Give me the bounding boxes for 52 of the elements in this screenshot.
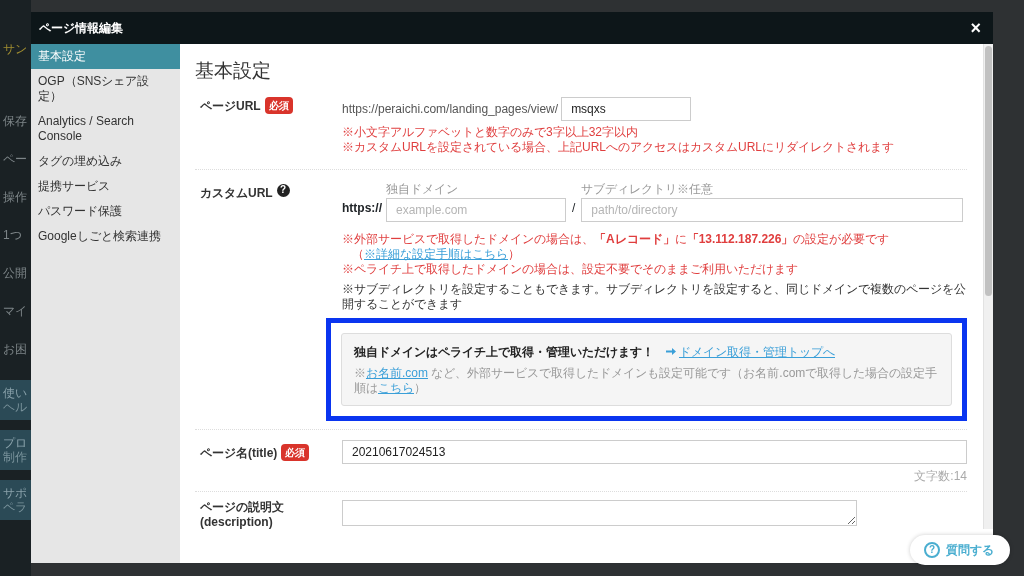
info-note: ※サブディレクトリを設定することもできます。サブディレクトリを設定すると、同じドメインで複数のページを公開することができます (342, 281, 967, 312)
field-label: ページの説明文 (description) (200, 499, 284, 530)
description-field[interactable] (342, 499, 857, 526)
warning-note: ※小文字アルファベットと数字のみで3字以上32字以内 (342, 124, 640, 140)
character-count: 文字数:14 (913, 467, 967, 485)
sidebar-item[interactable]: 提携サービス (31, 174, 180, 199)
close-button[interactable]: × (966, 19, 985, 37)
field-caption: 独自ドメイン (386, 181, 459, 196)
sidebar-item[interactable]: OGP（SNSシェア設定） (31, 69, 180, 109)
help-icon[interactable]: ? (276, 183, 290, 197)
url-scheme: https:// (342, 199, 382, 217)
background-text: プロ (0, 430, 31, 450)
separator-text: / (572, 199, 576, 217)
help-icon: ? (924, 542, 940, 558)
required-badge: 必須 (264, 96, 293, 114)
dialog-title: ページ情報編集 (39, 20, 123, 37)
field-label: ページURL (200, 97, 261, 115)
arrow-right-icon (666, 347, 676, 357)
background-text: 制作 (0, 450, 31, 470)
required-badge: 必須 (281, 443, 310, 461)
field-caption: サブディレクトリ※任意 (581, 181, 715, 196)
sidebar-item[interactable]: Googleしごと検索連携 (31, 224, 180, 249)
background-text: 保存 (2, 114, 28, 128)
background-text: マイ (2, 304, 28, 318)
warning-note: ※カスタムURLを設定されている場合、上記URLへのアクセスはカスタムURLにリダイレクトされます (342, 139, 896, 155)
background-text: ペラ (0, 500, 31, 520)
background-text: 1つ (2, 228, 23, 242)
promo-note: ※お名前.com など、外部サービスで取得したドメインも設定可能です（お名前.comで取得した場合の設定手順はこちら） (354, 365, 939, 396)
field-label: カスタムURL (200, 184, 273, 202)
background-text: 使い (0, 380, 31, 400)
url-prefix: https://peraichi.com/landing_pages/view/ (342, 100, 559, 118)
sidebar-item[interactable]: パスワード保護 (31, 199, 180, 224)
warning-note: ※ペライチ上で取得したドメインの場合は、設定不要でそのままご利用いただけます (342, 261, 799, 277)
promo-headline: 独自ドメインはペライチ上で取得・管理いただけます！ (354, 343, 654, 361)
background-text: 操作 (2, 190, 28, 204)
background-text: サン (2, 42, 28, 56)
text-field[interactable]: example.com (386, 197, 566, 222)
scrollbar[interactable] (983, 44, 993, 529)
background-text: ヘル (0, 400, 31, 420)
sidebar-item[interactable]: タグの埋め込み (31, 149, 180, 174)
url-input[interactable]: msqxs (561, 96, 692, 121)
background-text: ペー (2, 152, 28, 166)
page-heading: 基本設定 (195, 60, 272, 83)
sidebar-item[interactable]: Analytics / Search Console (31, 109, 180, 149)
warning-note: ※外部サービスで取得したドメインの場合は、「Aレコード」に「13.112.187.226」の設定が必要です （※詳細な設定手順はこちら） (342, 231, 891, 262)
background-text: お困 (2, 342, 28, 356)
background-text: サポ (0, 480, 31, 500)
title-input[interactable]: 20210617024513 (342, 439, 967, 464)
field-label: ページ名(title) (200, 444, 278, 462)
background-text: 公開 (2, 266, 28, 280)
text-field[interactable]: path/to/directory (581, 197, 964, 222)
sidebar-item[interactable]: 基本設定 (31, 44, 180, 69)
